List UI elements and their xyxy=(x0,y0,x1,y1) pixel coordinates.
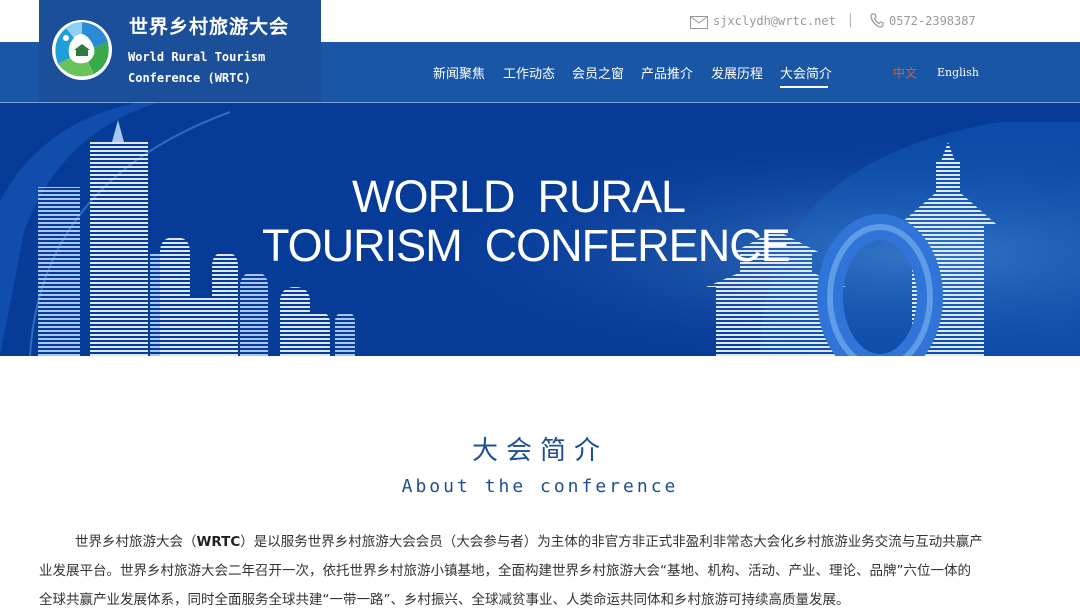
section-title-en: About the conference xyxy=(401,476,679,497)
lang-chinese[interactable]: 中文 xyxy=(893,64,917,81)
nav-item-products[interactable]: 产品推介 xyxy=(641,63,693,82)
active-nav-indicator xyxy=(780,86,828,88)
intro-text-bold: WRTC xyxy=(196,534,241,550)
logo-title-en-line1: World Rural Tourism xyxy=(128,50,266,64)
phone-number: 0572-2398387 xyxy=(889,14,976,28)
phone-icon xyxy=(870,13,884,32)
nav-item-about[interactable]: 大会简介 xyxy=(780,63,832,82)
nav-divider-line xyxy=(0,102,1080,103)
wrtc-logo-icon xyxy=(50,18,114,86)
nav-item-history[interactable]: 发展历程 xyxy=(711,63,763,82)
site-logo[interactable]: 世界乡村旅游大会 World Rural Tourism Conference … xyxy=(39,0,321,102)
nav-item-news[interactable]: 新闻聚焦 xyxy=(433,63,485,82)
banner-title-line2: TOURISM CONFERENCE xyxy=(262,220,791,271)
mail-icon xyxy=(690,14,708,33)
banner-title-line1: WORLD RURAL xyxy=(352,171,686,222)
divider: | xyxy=(848,12,853,28)
logo-title-cn: 世界乡村旅游大会 xyxy=(129,16,290,38)
section-title-cn: 大会简介 xyxy=(471,436,608,466)
intro-text-pre: 世界乡村旅游大会（ xyxy=(75,534,197,550)
email-link[interactable]: sjxclydh@wrtc.net xyxy=(713,14,836,28)
nav-item-work[interactable]: 工作动态 xyxy=(503,63,555,82)
nav-item-members[interactable]: 会员之窗 xyxy=(572,63,624,82)
hero-banner: WORLD RURAL TOURISM CONFERENCE xyxy=(0,102,1080,356)
intro-paragraph: 世界乡村旅游大会（WRTC）是以服务世界乡村旅游大会会员（大会参与者）为主体的非… xyxy=(39,528,984,615)
logo-title-en-line2: Conference (WRTC) xyxy=(128,71,251,85)
lang-english[interactable]: English xyxy=(937,66,979,79)
